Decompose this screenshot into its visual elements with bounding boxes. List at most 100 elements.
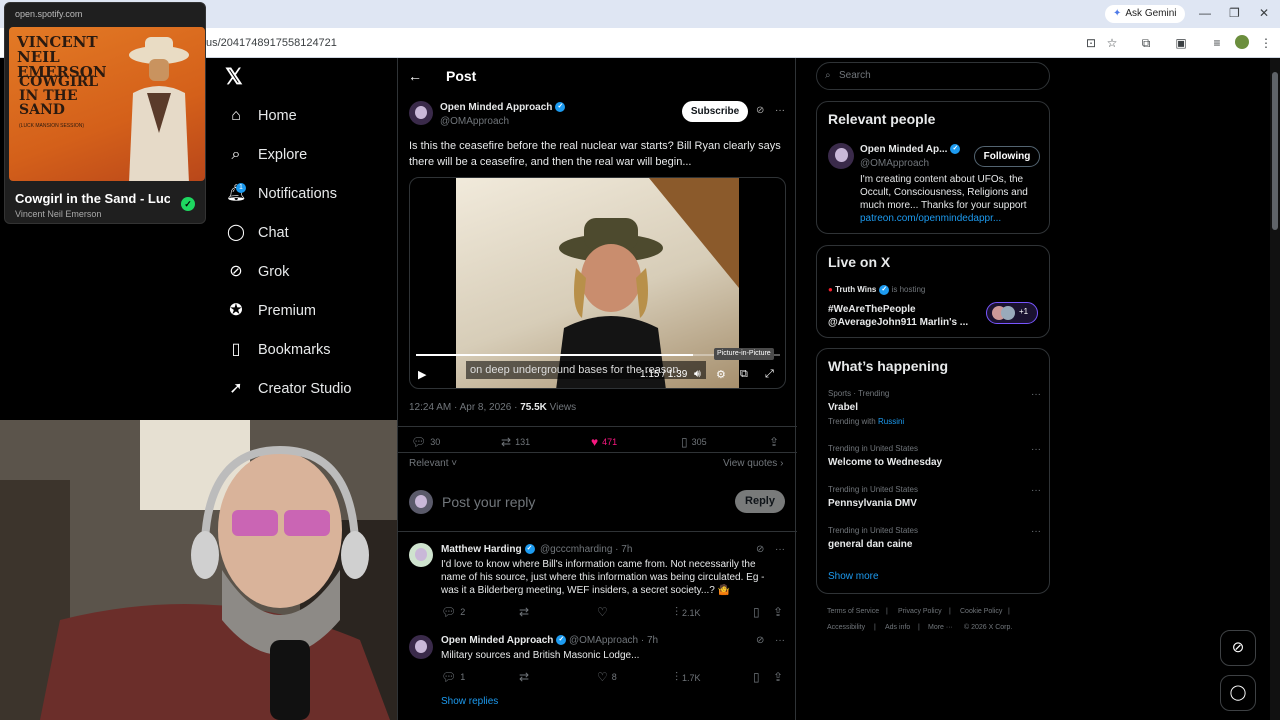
- trend-extra-link[interactable]: Russini: [878, 417, 904, 426]
- nav-home[interactable]: ⌂ Home: [226, 102, 297, 130]
- show-more-link[interactable]: Show more: [828, 571, 879, 582]
- grok-icon[interactable]: ⊘: [756, 105, 764, 116]
- like-action[interactable]: ♡ 8: [597, 670, 617, 684]
- trend-name[interactable]: general dan caine: [828, 539, 912, 550]
- trend-more-icon[interactable]: ···: [1031, 389, 1041, 400]
- reply-author-name[interactable]: Open Minded Approach ✓: [441, 635, 567, 646]
- like-action[interactable]: ♡: [597, 605, 612, 619]
- footer-ads[interactable]: Ads info: [885, 624, 910, 631]
- reading-list-icon[interactable]: ≡: [1209, 35, 1225, 51]
- person-avatar[interactable]: [828, 143, 854, 169]
- grok-icon[interactable]: ⊘: [756, 635, 764, 646]
- live-listeners[interactable]: +1: [986, 302, 1038, 324]
- show-replies-link[interactable]: Show replies: [441, 696, 498, 707]
- reply-author-name[interactable]: Matthew Harding ✓: [441, 544, 535, 555]
- nav-creator-studio[interactable]: ➚ Creator Studio: [226, 375, 351, 403]
- footer-terms[interactable]: Terms of Service: [827, 608, 879, 615]
- nav-chat[interactable]: ◯ Chat: [226, 219, 289, 247]
- reply-avatar[interactable]: [409, 543, 433, 567]
- close-window-button[interactable]: ✕: [1259, 6, 1269, 20]
- author-handle[interactable]: @OMApproach: [440, 116, 509, 127]
- nav-explore[interactable]: ⌕ Explore: [226, 141, 308, 169]
- tab-search-icon[interactable]: ▣: [1173, 35, 1189, 51]
- reply-action[interactable]: 💬︎ 2: [441, 605, 465, 619]
- author-avatar[interactable]: [409, 101, 433, 125]
- restore-button[interactable]: ❐: [1229, 6, 1240, 20]
- back-arrow-icon[interactable]: ←: [408, 68, 422, 84]
- menu-icon[interactable]: ⋮: [1258, 35, 1274, 51]
- page-scrollbar[interactable]: [1270, 58, 1280, 720]
- reply-handle[interactable]: @gcccmharding · 7h: [540, 544, 632, 555]
- share-action[interactable]: ⇪: [773, 605, 787, 619]
- repost-action[interactable]: ⇄: [519, 670, 533, 684]
- reply-action[interactable]: 💬︎ 1: [441, 670, 465, 684]
- repost-action[interactable]: ⇄ 131: [501, 435, 530, 449]
- share-action[interactable]: ⇪: [769, 435, 783, 449]
- profile-avatar[interactable]: [1235, 35, 1249, 49]
- bookmark-action[interactable]: ▯: [753, 670, 764, 684]
- search-input[interactable]: ⌕ Search: [816, 62, 1050, 90]
- nav-grok[interactable]: ⊘ Grok: [226, 258, 289, 286]
- saved-check-icon[interactable]: ✓: [181, 197, 195, 211]
- install-icon[interactable]: ⊡: [1083, 35, 1099, 51]
- track-title[interactable]: Cowgirl in the Sand - Luck: [15, 191, 170, 206]
- bookmark-action[interactable]: ▯ 305: [681, 435, 707, 449]
- grok-icon[interactable]: ⊘: [756, 544, 764, 555]
- trend-more-icon[interactable]: ···: [1031, 526, 1041, 537]
- footer-accessibility[interactable]: Accessibility: [827, 624, 865, 631]
- reply-action[interactable]: 💬︎ 30: [411, 435, 440, 449]
- following-button[interactable]: Following: [974, 146, 1040, 167]
- track-artist[interactable]: Vincent Neil Emerson: [15, 209, 101, 219]
- address-url[interactable]: us/2041748917558124721: [206, 37, 337, 49]
- view-quotes-link[interactable]: View quotes ›: [723, 458, 783, 469]
- more-icon[interactable]: ···: [775, 105, 785, 116]
- nav-premium[interactable]: ✪ Premium: [226, 297, 316, 325]
- author-name[interactable]: Open Minded Approach ✓: [440, 102, 566, 113]
- minimize-button[interactable]: —: [1199, 6, 1211, 20]
- trend-name[interactable]: Vrabel: [828, 402, 858, 413]
- repost-icon: ⇄: [501, 435, 512, 449]
- repost-action[interactable]: ⇄: [519, 605, 533, 619]
- live-host[interactable]: ● Truth Wins ✓ is hosting: [828, 285, 925, 295]
- spotify-miniplayer[interactable]: open.spotify.com VINCENT NEIL EMERSON CO…: [4, 2, 206, 224]
- whats-happening-title: What’s happening: [828, 358, 949, 374]
- live-space-title[interactable]: #WeAreThePeople @AverageJohn911 Marlin's…: [828, 303, 978, 329]
- reply-button[interactable]: Reply: [735, 490, 785, 513]
- bookmark-action[interactable]: ▯: [753, 605, 764, 619]
- messages-float-button[interactable]: ◯: [1220, 675, 1256, 711]
- trend-name[interactable]: Pennsylvania DMV: [828, 498, 917, 509]
- grok-float-button[interactable]: ⊘: [1220, 630, 1256, 666]
- footer-privacy[interactable]: Privacy Policy: [898, 608, 942, 615]
- reply-input[interactable]: Post your reply: [442, 494, 535, 510]
- footer-cookie[interactable]: Cookie Policy: [960, 608, 1002, 615]
- like-action[interactable]: ♥ 471: [591, 435, 617, 449]
- reply-handle[interactable]: @OMApproach · 7h: [569, 635, 658, 646]
- trend-more-icon[interactable]: ···: [1031, 485, 1041, 496]
- volume-icon[interactable]: 🔊︎: [694, 368, 701, 381]
- pip-icon[interactable]: ⧉: [740, 368, 748, 381]
- reply-avatar[interactable]: [409, 635, 433, 659]
- x-logo[interactable]: 𝕏: [225, 64, 243, 90]
- post-time[interactable]: 12:24 AM · Apr 8, 2026 ·: [409, 402, 517, 413]
- scrollbar-thumb[interactable]: [1272, 72, 1278, 230]
- views-action[interactable]: ⫶ 2.1K: [675, 605, 701, 620]
- trend-more-icon[interactable]: ···: [1031, 444, 1041, 455]
- fullscreen-icon[interactable]: ⤢: [765, 368, 774, 381]
- play-icon[interactable]: ▶: [418, 368, 426, 381]
- person-handle[interactable]: @OMApproach: [860, 158, 929, 169]
- person-bio-link[interactable]: patreon.com/openmindedappr...: [860, 213, 1001, 224]
- relevant-sort-button[interactable]: Relevant ˅: [409, 458, 457, 469]
- settings-icon[interactable]: ⚙: [716, 368, 726, 381]
- footer-more[interactable]: More ···: [928, 624, 953, 631]
- nav-bookmarks[interactable]: ▯ Bookmarks: [226, 336, 331, 364]
- extensions-icon[interactable]: ⧉: [1138, 35, 1154, 51]
- ask-gemini-button[interactable]: ✦ Ask Gemini: [1105, 5, 1185, 23]
- views-action[interactable]: ⫶ 1.7K: [675, 670, 701, 685]
- person-name[interactable]: Open Minded Ap... ✓: [860, 144, 961, 155]
- star-icon[interactable]: ☆: [1104, 35, 1120, 51]
- more-icon[interactable]: ···: [775, 635, 785, 646]
- share-action[interactable]: ⇪: [773, 670, 787, 684]
- more-icon[interactable]: ···: [775, 544, 785, 555]
- trend-name[interactable]: Welcome to Wednesday: [828, 457, 942, 468]
- subscribe-button[interactable]: Subscribe: [682, 101, 748, 122]
